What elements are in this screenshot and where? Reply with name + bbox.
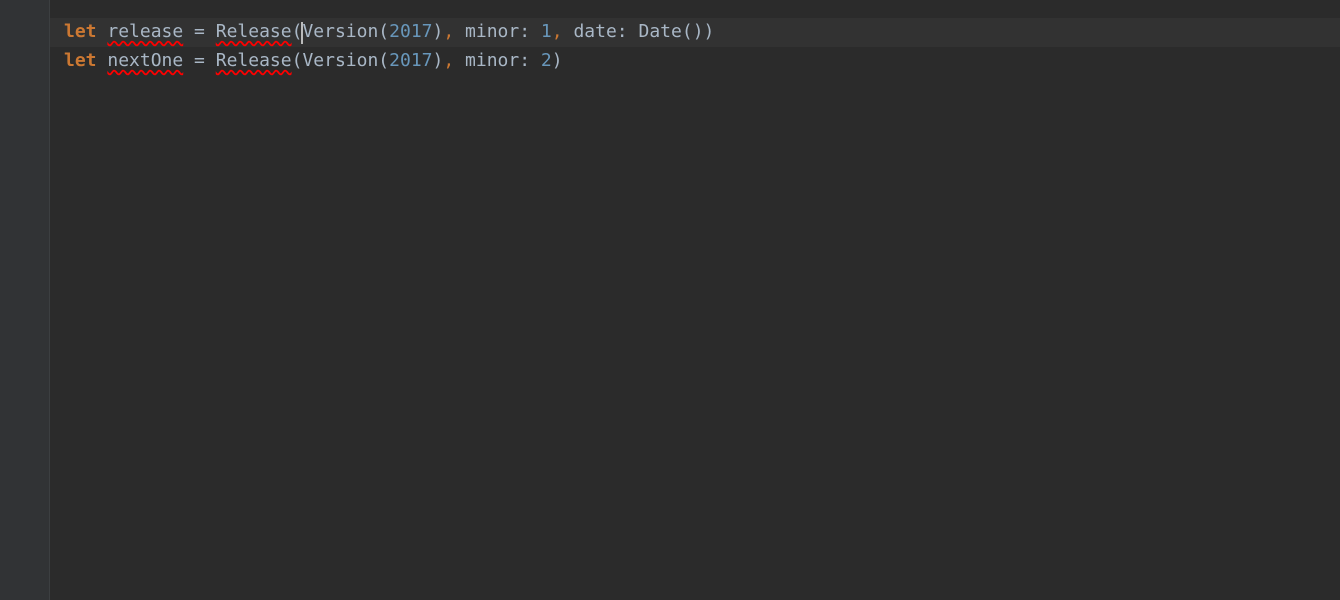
comma: ,: [552, 21, 563, 42]
colon: :: [617, 21, 639, 42]
code-line-1[interactable]: let release = Release(Version(2017), min…: [50, 18, 1340, 47]
paren-open: (: [378, 50, 389, 71]
call-version: Version: [302, 50, 378, 71]
text-caret: [301, 22, 303, 44]
variable-nextone: nextOne: [107, 50, 183, 71]
paren-close: ): [433, 50, 444, 71]
param-minor: minor: [465, 50, 519, 71]
comma: ,: [443, 50, 454, 71]
colon: :: [519, 50, 541, 71]
paren-open: (: [378, 21, 389, 42]
call-version: Version: [302, 21, 378, 42]
code-editor[interactable]: let release = Release(Version(2017), min…: [50, 0, 1340, 600]
number-literal: 2017: [389, 50, 432, 71]
keyword-let: let: [64, 21, 97, 42]
number-literal: 1: [541, 21, 552, 42]
space: [563, 21, 574, 42]
paren-close: ): [433, 21, 444, 42]
equals: =: [183, 21, 216, 42]
equals: =: [183, 50, 216, 71]
call-release: Release: [216, 21, 292, 42]
paren-close: ): [704, 21, 715, 42]
call-release: Release: [216, 50, 292, 71]
number-literal: 2017: [389, 21, 432, 42]
code-line-2[interactable]: let nextOne = Release(Version(2017), min…: [50, 47, 1340, 76]
comma: ,: [443, 21, 454, 42]
param-minor: minor: [465, 21, 519, 42]
variable-release: release: [107, 21, 183, 42]
paren-open: (: [682, 21, 693, 42]
paren-open: (: [292, 50, 303, 71]
space: [454, 50, 465, 71]
colon: :: [519, 21, 541, 42]
number-literal: 2: [541, 50, 552, 71]
space: [454, 21, 465, 42]
call-date: Date: [638, 21, 681, 42]
paren-close: ): [693, 21, 704, 42]
keyword-let: let: [64, 50, 97, 71]
editor-gutter: [0, 0, 50, 600]
paren-close: ): [552, 50, 563, 71]
param-date: date: [573, 21, 616, 42]
